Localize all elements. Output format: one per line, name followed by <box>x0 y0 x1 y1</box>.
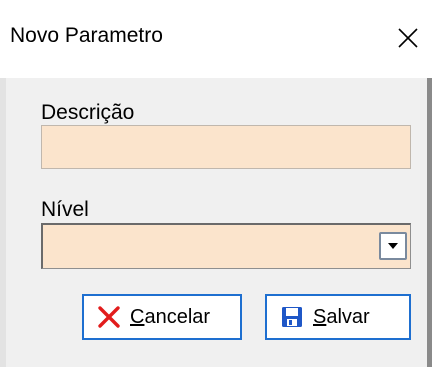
window-left-border <box>0 78 6 367</box>
save-label: Salvar <box>313 305 370 328</box>
descricao-label: Descrição <box>41 101 135 124</box>
title-bar[interactable]: Novo Parametro <box>0 0 432 78</box>
close-icon <box>398 28 418 48</box>
window-title: Novo Parametro <box>10 24 163 47</box>
window-right-border <box>427 78 432 367</box>
nivel-dropdown-button[interactable] <box>379 232 407 260</box>
close-button[interactable] <box>389 18 427 58</box>
nivel-label: Nível <box>41 198 89 221</box>
nivel-select[interactable] <box>41 223 411 269</box>
save-button[interactable]: Salvar <box>265 294 411 340</box>
dialog-window: Novo Parametro Descrição Nível Cancelar … <box>0 0 432 367</box>
descricao-input[interactable] <box>41 125 411 169</box>
floppy-disk-icon <box>279 304 305 330</box>
cancel-button[interactable]: Cancelar <box>82 294 242 340</box>
chevron-down-icon <box>388 243 398 249</box>
cancel-label: Cancelar <box>130 305 211 328</box>
cancel-icon <box>96 304 122 330</box>
